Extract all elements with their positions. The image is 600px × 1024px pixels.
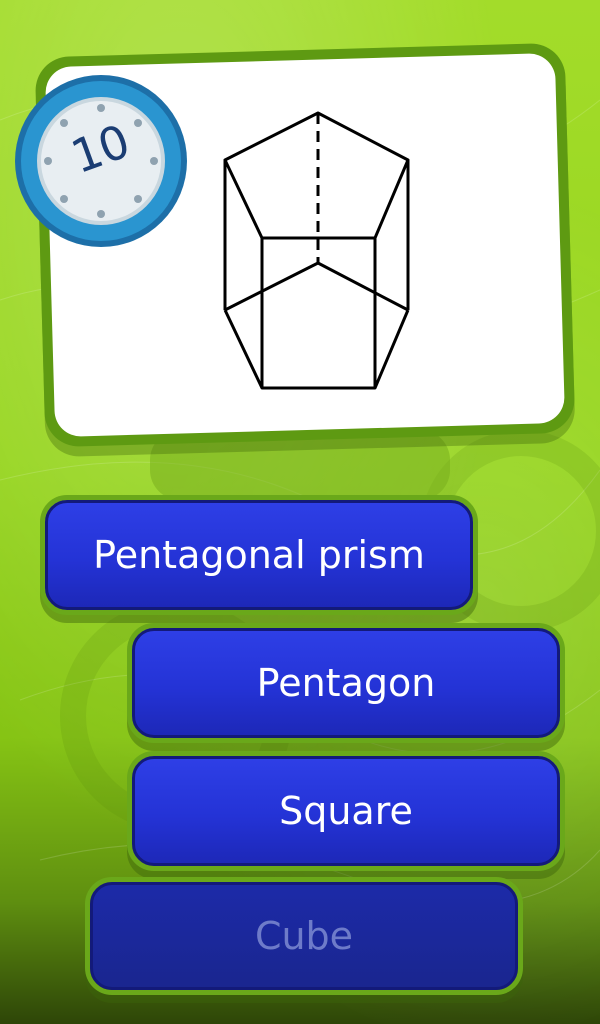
answer-button-pentagon[interactable]: Pentagon: [132, 628, 560, 738]
answer-button-square[interactable]: Square: [132, 756, 560, 866]
timer-clock: 10: [10, 70, 192, 252]
pentagonal-prism-figure: [223, 111, 410, 390]
answer-button-cube[interactable]: Cube: [90, 882, 518, 990]
answer-button-pentagonal-prism[interactable]: Pentagonal prism: [45, 500, 473, 610]
